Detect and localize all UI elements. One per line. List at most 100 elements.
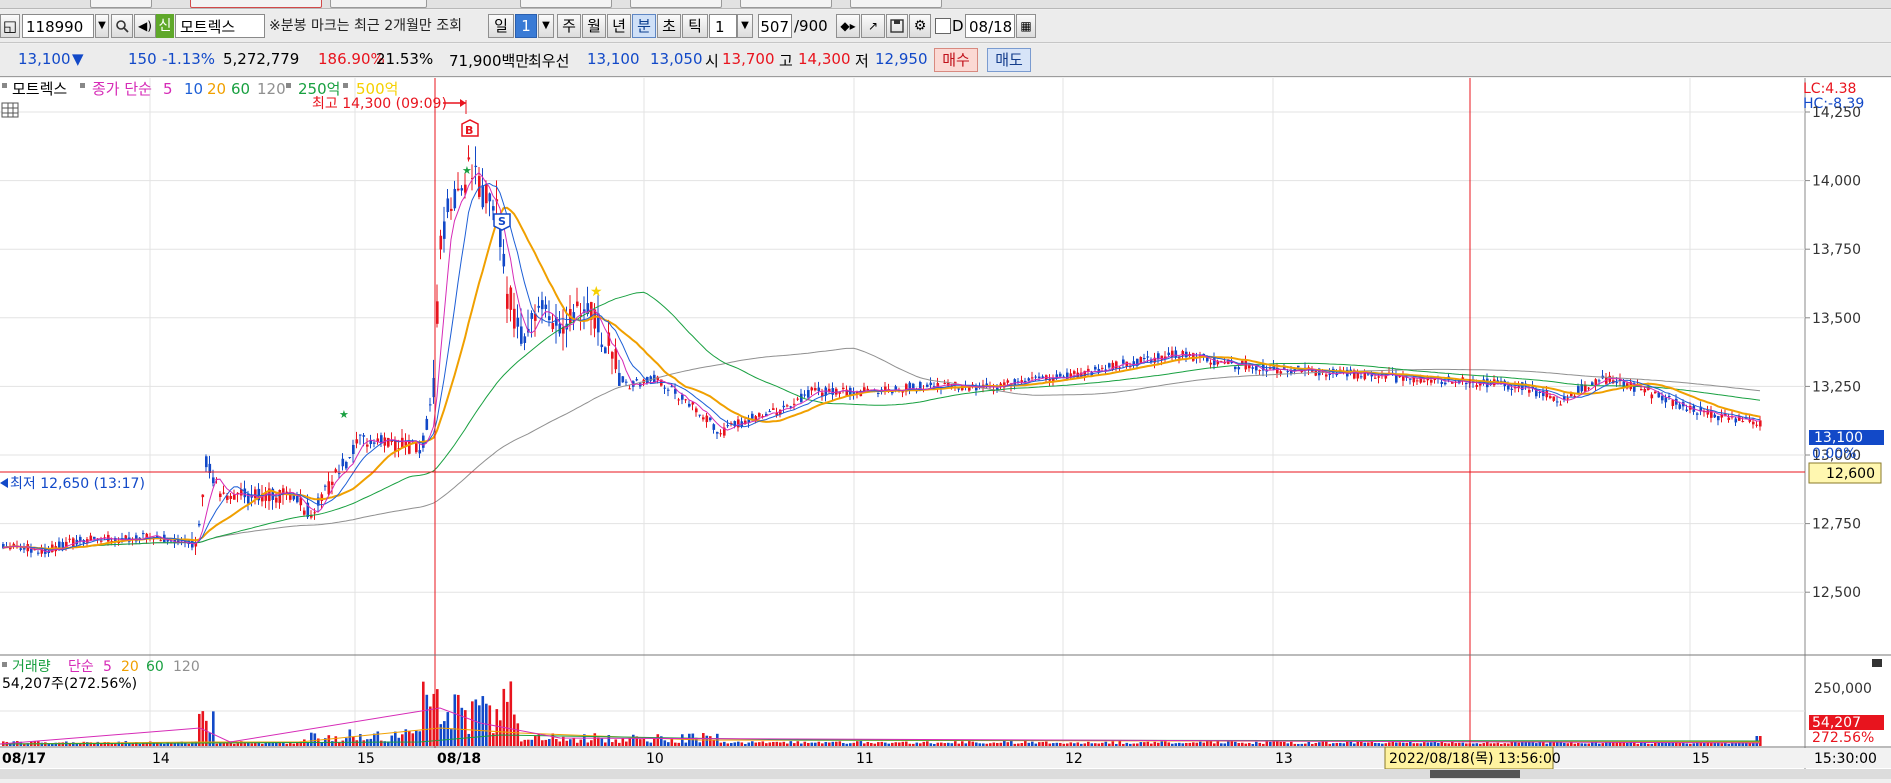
volume-bar <box>348 729 352 746</box>
grid-table-icon[interactable] <box>1 102 19 118</box>
low-price: 12,950 <box>875 50 928 68</box>
volume-bar <box>1241 742 1244 746</box>
volume-bar <box>516 723 520 746</box>
period-day-button[interactable]: 일 <box>488 14 514 38</box>
period-week-button[interactable]: 주 <box>557 14 581 38</box>
volume-bar <box>390 735 394 746</box>
time-axis-label: 13 <box>1275 751 1293 767</box>
period-year-button[interactable]: 년 <box>607 14 631 38</box>
candle-body <box>1167 352 1171 355</box>
volume-bar <box>992 742 996 746</box>
top-tab-fragment[interactable] <box>630 0 722 8</box>
volume-bar <box>474 699 478 746</box>
volume-bar <box>1451 741 1454 746</box>
top-tab-fragment[interactable] <box>740 0 832 8</box>
legend-amount-toggle-icon[interactable] <box>286 83 291 88</box>
period-minute-button[interactable]: 분 <box>632 14 656 38</box>
candle-body <box>1528 389 1531 393</box>
candle-body <box>1034 376 1038 378</box>
candle-body <box>198 523 201 526</box>
period-day-value[interactable]: 1 <box>515 14 537 38</box>
period-tick-button[interactable]: 틱 <box>682 14 708 38</box>
volume-bar <box>138 743 142 746</box>
candle-body <box>1556 401 1559 403</box>
top-tab-fragment[interactable] <box>520 0 612 8</box>
panel-close-icon[interactable] <box>1872 659 1882 667</box>
high-price-marker: 최고 14,300 (09:09) <box>312 96 447 112</box>
volume-bar <box>1076 742 1080 746</box>
candle-body <box>541 300 544 310</box>
sell-button[interactable]: 매도 <box>987 48 1031 72</box>
volume-bar <box>509 681 513 746</box>
legend-toggle-icon[interactable] <box>2 83 7 88</box>
volume-bar <box>1479 743 1482 746</box>
buy-button[interactable]: 매수 <box>934 48 978 72</box>
volume-bar <box>698 742 702 746</box>
scrollbar-controls[interactable] <box>1430 770 1520 778</box>
speaker-icon[interactable]: ◀) <box>134 14 156 38</box>
chart-area[interactable]: 모트렉스 종가 단순 5 10 20 60 120 250억 500억 최고 1… <box>0 78 1891 779</box>
volume-bar <box>656 734 660 746</box>
volume-bar <box>604 742 607 746</box>
calendar-icon[interactable]: ▦ <box>1016 14 1036 38</box>
volume-bar <box>1423 742 1426 746</box>
stock-name-field[interactable]: 모트렉스 <box>175 14 265 38</box>
candle-body <box>1678 404 1682 409</box>
volume-bar <box>481 696 485 746</box>
volume-bar <box>744 743 747 746</box>
volume-ma60: 60 <box>146 659 164 675</box>
data-count-input[interactable]: 507 <box>758 14 792 38</box>
volume-bar <box>1461 742 1465 746</box>
candle-body <box>1615 382 1619 384</box>
legend-amount2-toggle-icon[interactable] <box>343 83 348 88</box>
top-tab-fragment[interactable] <box>330 0 427 8</box>
search-icon[interactable] <box>111 14 133 38</box>
candle-body <box>768 411 772 413</box>
stock-code-dropdown-icon[interactable]: ▼ <box>95 14 109 38</box>
volume-bar <box>1125 742 1129 746</box>
top-tab-fragment[interactable] <box>850 0 942 8</box>
candle-body <box>901 391 905 393</box>
volume-bar <box>905 741 908 746</box>
interval-dropdown-icon[interactable]: ▼ <box>737 14 753 38</box>
candle-body <box>537 305 541 308</box>
chart-type-icon[interactable]: ◱ <box>0 14 20 38</box>
top-tab-fragment[interactable] <box>190 0 322 8</box>
trend-tool-icon[interactable]: ↗ <box>861 14 885 38</box>
volume-bar <box>943 743 947 746</box>
candle-body <box>1671 400 1675 406</box>
volume-toggle-icon[interactable] <box>2 662 7 667</box>
date-checkbox[interactable] <box>935 18 951 34</box>
time-axis-label: 14 <box>152 751 170 767</box>
candle-body <box>1734 418 1738 423</box>
best-price-label: 최우선 <box>528 52 570 70</box>
volume-bar <box>534 736 537 746</box>
period-second-button[interactable]: 초 <box>657 14 681 38</box>
volume-bar <box>1265 741 1269 746</box>
price-chart[interactable]: 모트렉스 종가 단순 5 10 20 60 120 250억 500억 최고 1… <box>0 78 1891 779</box>
save-icon[interactable] <box>886 14 908 38</box>
date-input[interactable]: 08/18 <box>965 14 1015 38</box>
period-month-button[interactable]: 월 <box>582 14 606 38</box>
period-day-dropdown-icon[interactable]: ▼ <box>538 14 554 38</box>
candle-body <box>751 413 754 419</box>
volume-bar <box>1654 742 1657 746</box>
candle-body <box>359 434 362 436</box>
candle-body <box>604 347 607 354</box>
volume-bar <box>856 741 859 746</box>
top-tab-fragment[interactable] <box>90 0 152 8</box>
volume-bar <box>978 743 982 746</box>
volume-bar <box>1167 742 1171 746</box>
stock-code-input[interactable]: 118990 <box>22 14 94 38</box>
volume-label: 거래량 <box>12 659 51 675</box>
gear-icon[interactable]: ⚙ <box>909 14 931 38</box>
horizontal-scrollbar[interactable] <box>0 769 1891 779</box>
indicator-icon[interactable]: ◆▸ <box>836 14 860 38</box>
volume-bar <box>1346 741 1349 746</box>
candle-body <box>1706 410 1710 415</box>
crosshair-price-label: 12,600 <box>1826 466 1875 482</box>
volume-bar <box>1388 742 1391 746</box>
interval-input[interactable]: 1 <box>709 14 737 38</box>
volume-bar <box>898 742 901 746</box>
legend-ma-toggle-icon[interactable] <box>80 83 85 88</box>
